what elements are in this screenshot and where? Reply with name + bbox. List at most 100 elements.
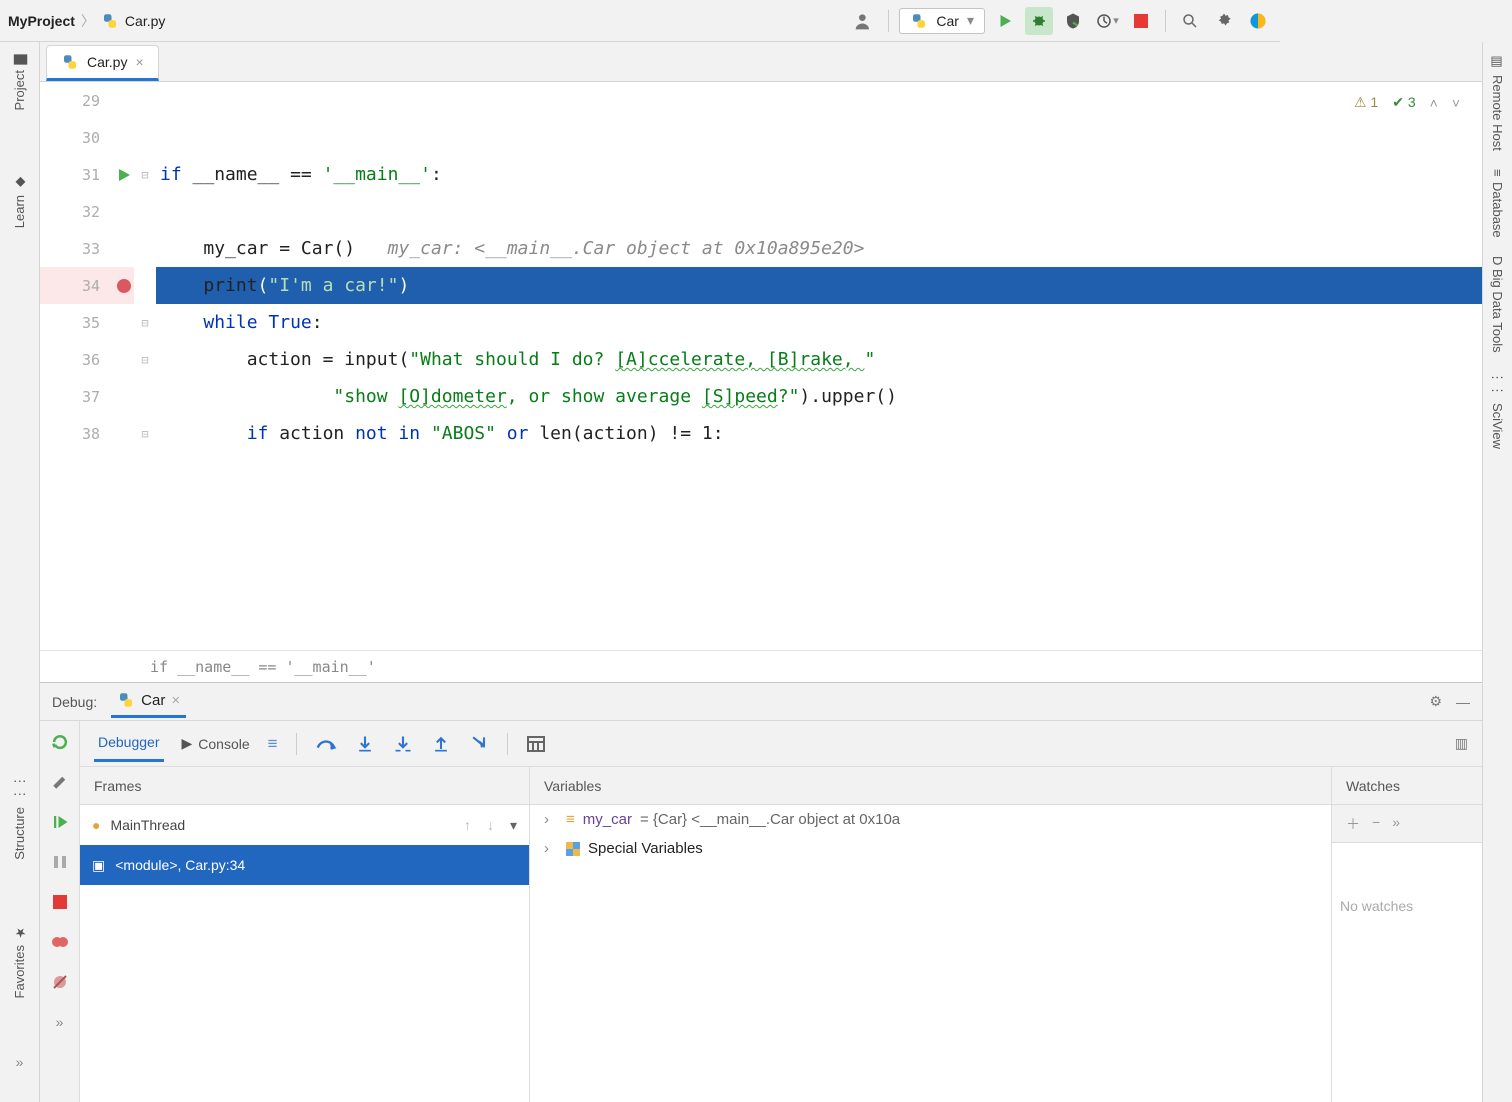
watches-header: Watches (1332, 767, 1482, 805)
profile-button[interactable]: ▾ (1093, 7, 1121, 35)
tool-remote-host[interactable]: ▤ Remote Host (1490, 54, 1505, 151)
project-name[interactable]: MyProject (8, 13, 75, 29)
more-icon[interactable]: » (16, 1054, 24, 1070)
thread-icon: ● (92, 817, 100, 833)
run-button[interactable] (991, 7, 1019, 35)
step-into-my-code-button[interactable] (393, 734, 413, 754)
run-to-cursor-button[interactable] (469, 734, 489, 754)
threads-icon[interactable]: ≡ (268, 734, 278, 754)
run-toolbar: Car ▾ ▾ (850, 7, 1272, 35)
tab-console[interactable]: ▶Console (182, 735, 250, 752)
tab-debugger[interactable]: Debugger (94, 725, 164, 762)
separator (507, 733, 508, 755)
layout-settings-icon[interactable]: ▥ (1455, 735, 1468, 752)
watches-panel: Watches ＋−» No watches (1332, 767, 1482, 1102)
debug-tool-window: Debug: Car × ⚙ — » (40, 682, 1482, 1102)
tool-favorites[interactable]: Favorites ★ (12, 924, 27, 998)
structure-icon: ⋮⋮ (12, 775, 27, 801)
evaluate-expression-button[interactable] (526, 735, 546, 753)
close-icon[interactable]: × (135, 54, 143, 70)
gear-icon[interactable] (1210, 7, 1238, 35)
chevron-down-icon[interactable]: ▾ (510, 817, 517, 834)
coverage-button[interactable] (1059, 7, 1087, 35)
run-gutter[interactable] (114, 82, 134, 650)
user-icon[interactable] (850, 7, 878, 35)
thread-selector[interactable]: ●MainThread ↑↓▾ (80, 805, 529, 845)
debug-button[interactable] (1025, 7, 1053, 35)
minimize-icon[interactable]: — (1456, 694, 1470, 710)
step-into-button[interactable] (355, 734, 375, 754)
debug-header: Debug: Car × ⚙ — (40, 683, 1482, 721)
variable-row[interactable]: ›≡my_car = {Car} <__main__.Car object at… (530, 805, 1331, 834)
resume-button[interactable] (49, 811, 71, 833)
line-number-gutter[interactable]: 29303132333435363738 (40, 82, 114, 650)
folder-icon: ▇ (12, 54, 27, 64)
debug-session-tab[interactable]: Car × (111, 685, 186, 718)
tool-structure[interactable]: Structure ⋮⋮ (12, 775, 27, 860)
close-icon[interactable]: × (171, 692, 180, 709)
frames-panel: Frames ●MainThread ↑↓▾ ▣ <module>, Car.p… (80, 767, 530, 1102)
run-config-label: Car (936, 13, 959, 29)
pause-button[interactable] (49, 851, 71, 873)
stack-frame[interactable]: ▣ <module>, Car.py:34 (80, 845, 529, 885)
left-tool-stripe: Project ▇ Learn ◆ Structure ⋮⋮ Favorites… (0, 42, 40, 1102)
workspace: Car.py × ⚠ 1 ✔ 3 ˄ ˅ 2930313233343536373… (40, 42, 1482, 1102)
code-area[interactable]: if __name__ == '__main__': my_car = Car(… (156, 82, 1482, 650)
console-icon: ▶ (182, 735, 193, 752)
python-file-icon (101, 12, 119, 30)
breadcrumb-file[interactable]: Car.py (125, 13, 165, 29)
more-icon[interactable]: » (1392, 814, 1400, 834)
modify-run-config-button[interactable] (49, 771, 71, 793)
step-out-button[interactable] (431, 734, 451, 754)
code-breadcrumb[interactable]: if __name__ == '__main__' (40, 650, 1482, 682)
learn-icon: ◆ (12, 174, 27, 189)
stop-button[interactable] (49, 891, 71, 913)
top-toolbar: MyProject 〉 Car.py Car ▾ ▾ (0, 0, 1280, 42)
separator (296, 733, 297, 755)
step-over-button[interactable] (315, 734, 337, 754)
tool-database[interactable]: ≡ Database (1490, 169, 1505, 238)
remote-icon: ▤ (1490, 54, 1505, 69)
star-icon: ★ (12, 924, 27, 939)
stop-button[interactable] (1127, 7, 1155, 35)
rerun-button[interactable] (49, 731, 71, 753)
variables-header: Variables (530, 767, 1331, 805)
separator (1165, 10, 1166, 32)
debug-main: Debugger ▶Console ≡ ▥ Frames (80, 721, 1482, 1102)
frame-icon: ▣ (92, 857, 105, 874)
remove-watch-icon[interactable]: − (1372, 814, 1380, 834)
prev-frame-icon[interactable]: ↑ (464, 817, 471, 834)
right-tool-stripe: ▤ Remote Host ≡ Database D Big Data Tool… (1482, 42, 1512, 1102)
frames-header: Frames (80, 767, 529, 805)
mute-breakpoints-button[interactable] (49, 971, 71, 993)
watches-empty: No watches (1332, 843, 1482, 1102)
variables-panel: Variables ›≡my_car = {Car} <__main__.Car… (530, 767, 1332, 1102)
tool-learn[interactable]: Learn ◆ (12, 174, 27, 228)
code-editor[interactable]: ⚠ 1 ✔ 3 ˄ ˅ 29303132333435363738 ⊟⊟⊟⊟ if… (40, 82, 1482, 650)
separator (888, 10, 889, 32)
next-frame-icon[interactable]: ↓ (487, 817, 494, 834)
tool-sciview[interactable]: ⋮⋮ SciView (1490, 371, 1505, 449)
jetbrains-icon[interactable] (1244, 7, 1272, 35)
run-config-select[interactable]: Car ▾ (899, 8, 985, 34)
tool-project[interactable]: Project ▇ (12, 54, 27, 110)
search-icon[interactable] (1176, 7, 1204, 35)
add-watch-icon[interactable]: ＋ (1346, 814, 1360, 834)
debug-side-toolbar: » (40, 721, 80, 1102)
gear-icon[interactable]: ⚙ (1429, 693, 1442, 710)
chevron-down-icon: ▾ (967, 12, 974, 29)
debugger-tabs: Debugger ▶Console ≡ ▥ (80, 721, 1482, 767)
debug-body: » Debugger ▶Console ≡ ▥ (40, 721, 1482, 1102)
editor-tab-label: Car.py (87, 54, 127, 70)
debug-title: Debug: (52, 694, 97, 710)
more-icon[interactable]: » (49, 1011, 71, 1033)
editor-tab[interactable]: Car.py × (46, 45, 159, 81)
tool-big-data[interactable]: D Big Data Tools (1490, 256, 1505, 353)
variable-row[interactable]: ›Special Variables (530, 834, 1331, 863)
database-icon: ≡ (1490, 169, 1505, 177)
breadcrumb[interactable]: MyProject 〉 Car.py (8, 11, 165, 31)
editor-tabs: Car.py × (40, 42, 1482, 82)
fold-gutter[interactable]: ⊟⊟⊟⊟ (134, 82, 156, 650)
chevron-right-icon: 〉 (81, 11, 95, 31)
view-breakpoints-button[interactable] (49, 931, 71, 953)
